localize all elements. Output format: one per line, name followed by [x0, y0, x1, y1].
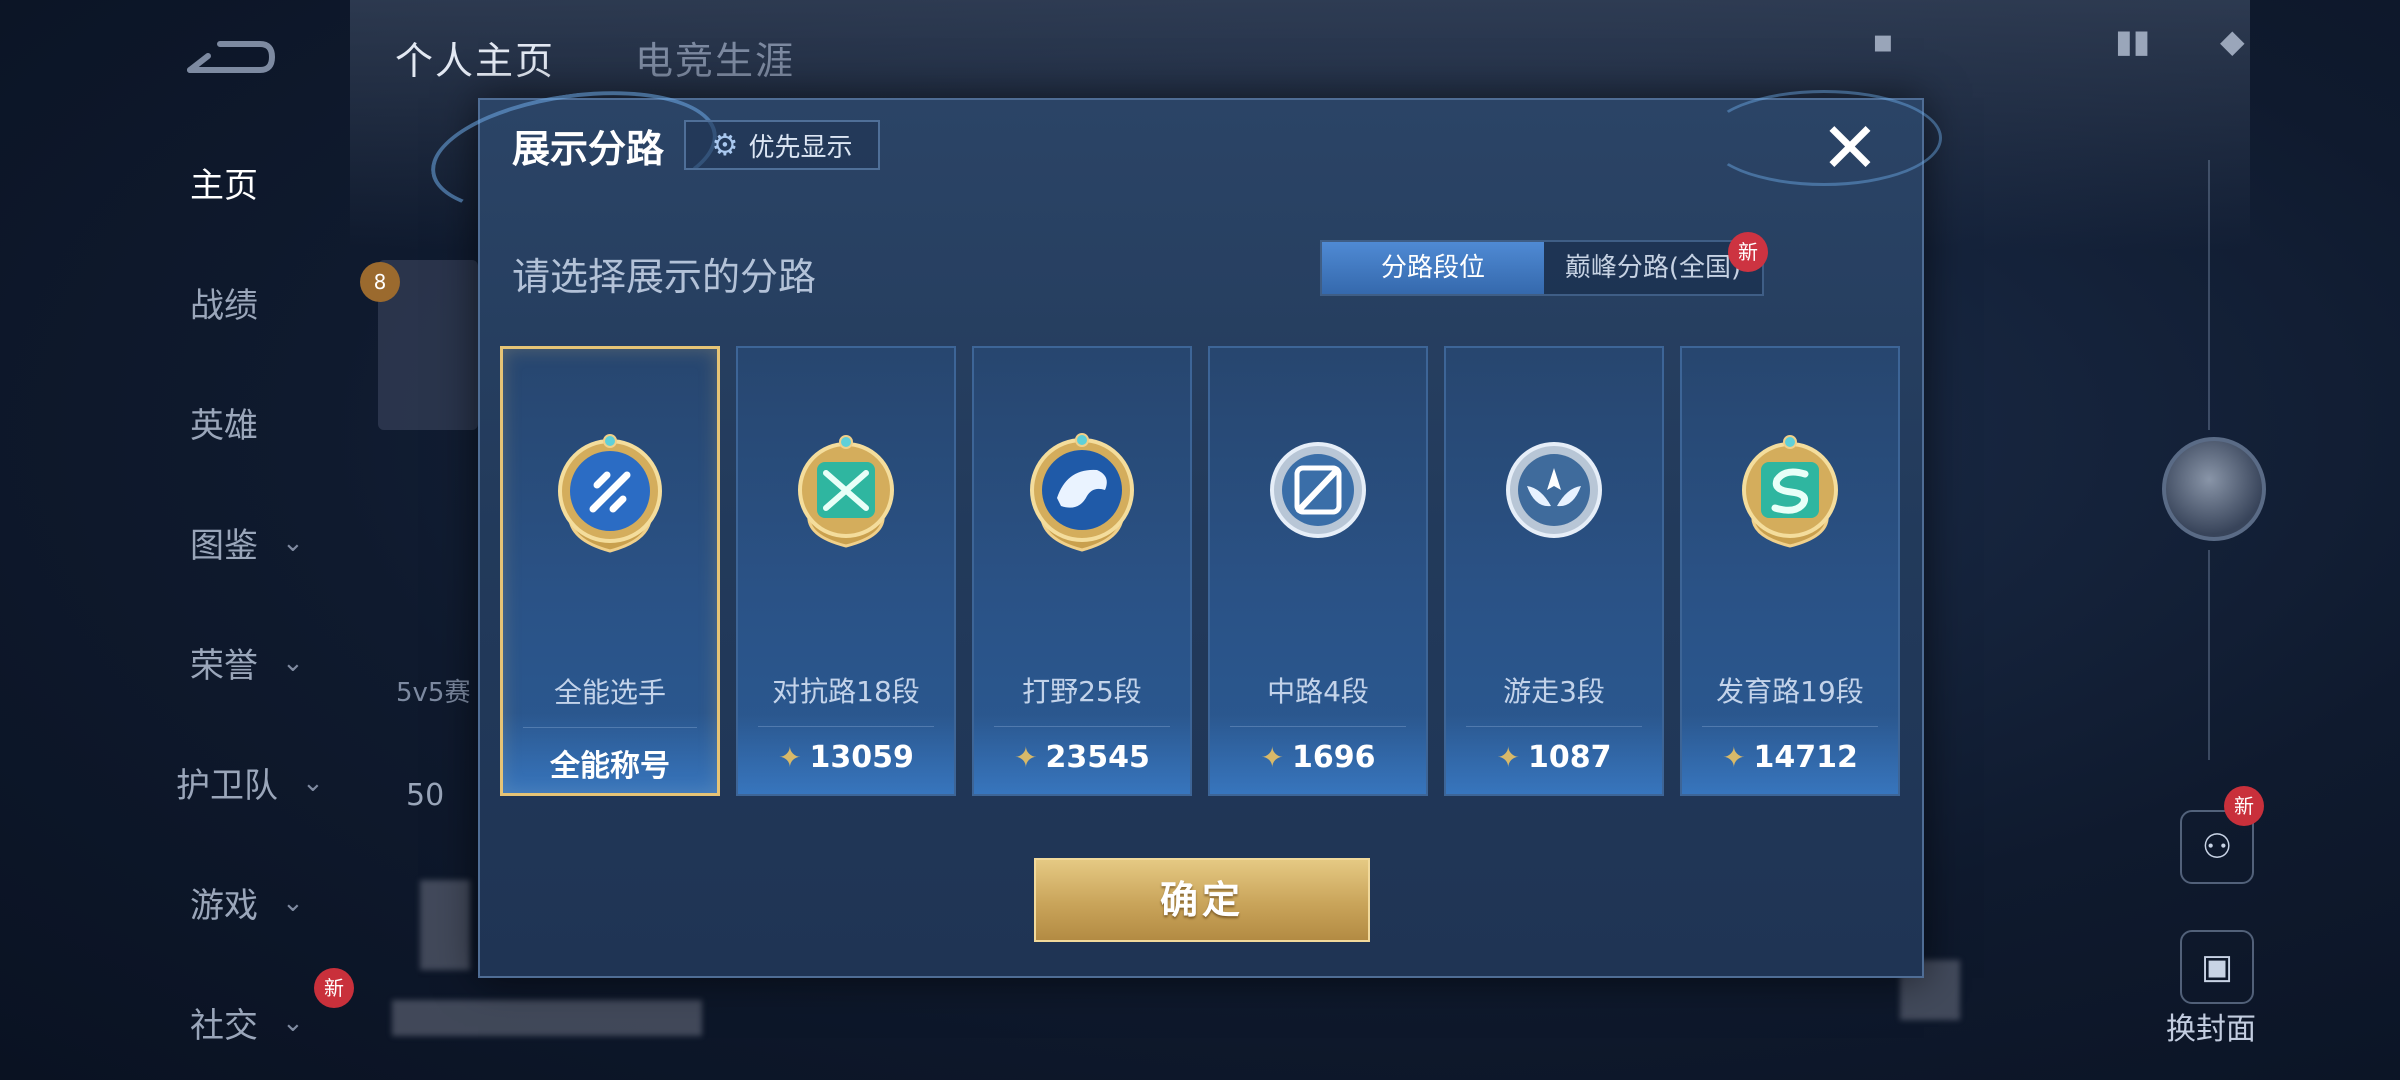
lane-card-roam[interactable]: 游走3段 ✦ 1087 [1444, 346, 1664, 796]
lane-score: ✦ 14712 [1722, 740, 1858, 775]
close-button[interactable]: ✕ [1818, 113, 1882, 183]
lane-score: ✦ 23545 [1014, 740, 1150, 775]
farm-lane-emblem-icon [1742, 435, 1838, 548]
mode-label: 5v5赛 [396, 678, 471, 708]
crystal-icon: ✦ [1260, 741, 1284, 774]
crystal-icon: ✦ [1722, 741, 1746, 774]
all-round-emblem-icon [558, 434, 662, 553]
roam-emblem-icon [1506, 442, 1602, 538]
signal-icon: ▮▮ [2115, 22, 2151, 60]
sidebar-item-guard-team[interactable]: 护卫队 ⌄ [176, 758, 324, 807]
mid-lane-emblem-icon [1270, 442, 1366, 538]
menu-icon[interactable]: ▪ [1872, 22, 1894, 60]
sidebar-item-games[interactable]: 游戏 ⌄ [190, 878, 304, 927]
chevron-down-icon: ⌄ [282, 647, 304, 678]
priority-display-label: 优先显示 [748, 132, 853, 163]
cover-photo-icon[interactable]: ▣ [2180, 930, 2254, 1004]
sidebar-item-honor[interactable]: 荣誉 ⌄ [190, 638, 304, 687]
lane-display-dialog: 展示分路 ⚙ 优先显示 ✕ 请选择展示的分路 分路段位 巅峰分路(全国) 新 全… [423, 74, 1942, 978]
sidebar-item-record[interactable]: 战绩 [190, 278, 258, 327]
blurred-text [392, 1000, 702, 1036]
lane-score: ✦ 1696 [1260, 740, 1376, 775]
sidebar-item-social[interactable]: 社交 ⌄ [190, 998, 304, 1047]
lane-name: 打野25段 [1022, 675, 1142, 708]
tab-lane-rank[interactable]: 分路段位 [1322, 242, 1544, 294]
lane-score: ✦ 1087 [1496, 740, 1612, 775]
tab-personal-home[interactable]: 个人主页 [395, 30, 555, 85]
lane-name: 游走3段 [1503, 675, 1605, 708]
priority-display-button[interactable]: ⚙ 优先显示 [684, 120, 880, 170]
lane-card-all-round[interactable]: 全能选手 全能称号 [500, 346, 720, 796]
new-badge: 新 [2224, 786, 2264, 826]
avatar[interactable] [2162, 437, 2266, 541]
lane-card-jungle[interactable]: 打野25段 ✦ 23545 [972, 346, 1192, 796]
lane-name: 全能选手 [553, 676, 666, 709]
gear-icon: ⚙ [711, 127, 739, 163]
dialog-title: 展示分路 [512, 127, 665, 171]
lane-score: 全能称号 [550, 749, 670, 784]
lane-card-mid[interactable]: 中路4段 ✦ 1696 [1208, 346, 1428, 796]
chevron-down-icon: ⌄ [282, 1007, 304, 1038]
tab-peak-lane[interactable]: 巅峰分路(全国) 新 [1544, 232, 1768, 294]
tab-peak-lane-label: 巅峰分路(全国) [1564, 253, 1742, 283]
clash-lane-emblem-icon [798, 435, 894, 548]
timeline-line [2208, 550, 2210, 760]
back-arrow-icon[interactable] [180, 32, 280, 82]
jungle-emblem-icon [1030, 433, 1134, 552]
close-icon: ✕ [1820, 107, 1880, 189]
lane-card-clash[interactable]: 对抗路18段 ✦ 13059 [736, 346, 956, 796]
timeline-line [2208, 160, 2210, 430]
dialog-subtitle: 请选择展示的分路 [512, 255, 817, 299]
lane-card-list: 全能选手 全能称号 对抗路18段 ✦ 13059 打野25段 ✦ 23545 中… [500, 346, 1910, 796]
sidebar-item-home[interactable]: 主页 [190, 158, 258, 207]
blurred-avatar [420, 880, 470, 970]
chevron-down-icon: ⌄ [282, 887, 304, 918]
display-mode-toggle: 分路段位 巅峰分路(全国) 新 [1320, 232, 1768, 296]
tab-esports-career[interactable]: 电竞生涯 [635, 30, 795, 85]
sidebar-item-heroes[interactable]: 英雄 [190, 398, 258, 447]
lane-name: 发育路19段 [1716, 675, 1864, 708]
chevron-down-icon: ⌄ [302, 767, 324, 798]
crystal-icon: ✦ [778, 741, 802, 774]
lane-name: 中路4段 [1267, 675, 1369, 708]
lane-name: 对抗路18段 [772, 675, 920, 708]
level-badge: 8 [360, 262, 400, 302]
wifi-icon: ◆ [2220, 22, 2245, 60]
side-number: 50 [406, 778, 445, 813]
change-cover-label[interactable]: 换封面 [2166, 1004, 2256, 1048]
crystal-icon: ✦ [1014, 741, 1038, 774]
sidebar-item-codex[interactable]: 图鉴 ⌄ [190, 518, 304, 567]
crystal-icon: ✦ [1496, 741, 1520, 774]
new-badge: 新 [1728, 232, 1768, 272]
chevron-down-icon: ⌄ [282, 527, 304, 558]
lane-score: ✦ 13059 [778, 740, 914, 775]
lane-card-farm[interactable]: 发育路19段 ✦ 14712 [1680, 346, 1900, 796]
new-badge: 新 [314, 968, 354, 1008]
confirm-button[interactable]: 确定 [1034, 858, 1370, 942]
